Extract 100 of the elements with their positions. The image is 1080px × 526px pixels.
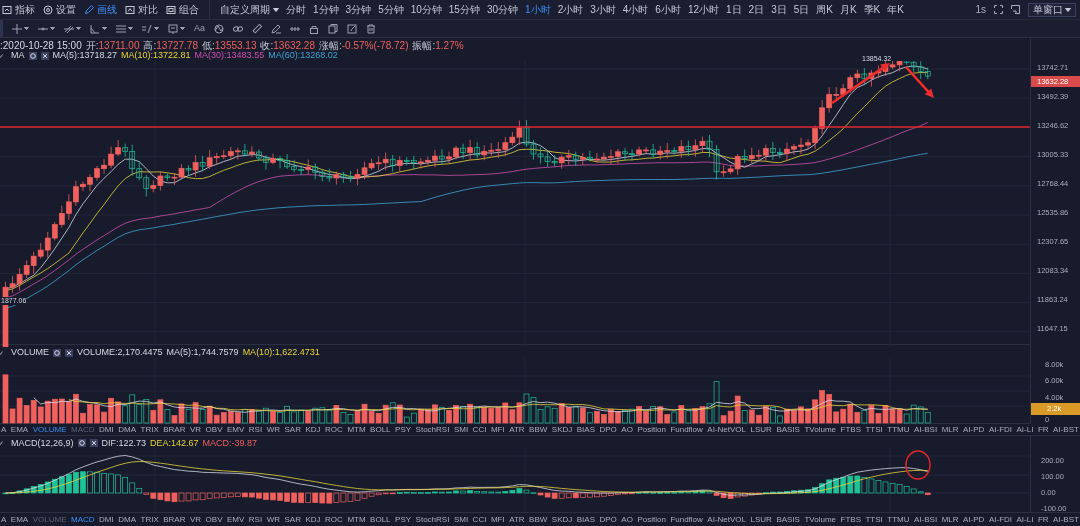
indicator-tab[interactable]: CCI bbox=[472, 423, 487, 436]
period-tab[interactable]: 4小时 bbox=[622, 2, 649, 17]
indicator-tab[interactable]: StochRSI bbox=[415, 513, 450, 526]
indicator-tab[interactable]: AI-LI bbox=[1016, 423, 1034, 436]
indicator-tab[interactable]: MFI bbox=[490, 423, 505, 436]
indicator-tab[interactable]: A bbox=[1, 423, 7, 436]
close-button[interactable] bbox=[89, 439, 98, 448]
indicator-tab[interactable]: PSY bbox=[395, 423, 412, 436]
drawing-tool-button[interactable] bbox=[64, 23, 81, 34]
indicator-tab[interactable]: AI-FDI bbox=[988, 423, 1012, 436]
indicator-tab[interactable]: EMA bbox=[10, 423, 29, 436]
indicator-tab[interactable]: VR bbox=[189, 513, 202, 526]
indicator-tab[interactable]: BIAS bbox=[576, 513, 595, 526]
indicator-tab[interactable]: DMA bbox=[118, 423, 136, 436]
indicator-tab[interactable]: TTMU bbox=[887, 513, 910, 526]
indicator-tab[interactable]: MFI bbox=[490, 513, 505, 526]
indicator-tab[interactable]: WR bbox=[266, 513, 280, 526]
indicator-tab[interactable]: OBV bbox=[205, 513, 223, 526]
indicator-tab[interactable]: OBV bbox=[205, 423, 223, 436]
indicator-tab[interactable]: DMI bbox=[99, 513, 114, 526]
period-tab[interactable]: 5日 bbox=[793, 2, 810, 17]
indicator-tab[interactable]: MLR bbox=[941, 423, 959, 436]
drawing-tool-button[interactable] bbox=[328, 23, 338, 34]
period-tab[interactable]: 1小时 bbox=[525, 2, 551, 17]
toolbar-button[interactable]: 设置 bbox=[43, 2, 76, 17]
drawing-tool-button[interactable] bbox=[252, 23, 262, 34]
indicator-tab[interactable]: ATR bbox=[509, 423, 525, 436]
indicator-tab[interactable]: KDJ bbox=[305, 423, 321, 436]
indicator-tab[interactable]: AI-LI bbox=[1016, 513, 1034, 526]
indicator-tab[interactable]: TTSI bbox=[865, 423, 883, 436]
drawing-tool-button[interactable] bbox=[116, 23, 133, 34]
indicator-tab[interactable]: StochRSI bbox=[415, 423, 450, 436]
indicator-tab[interactable]: CCI bbox=[472, 513, 487, 526]
custom-period-dropdown[interactable]: 自定义周期 bbox=[220, 2, 279, 17]
drawing-tool-button[interactable] bbox=[366, 23, 376, 34]
indicator-tab[interactable]: A bbox=[1, 513, 7, 526]
toolbar-button[interactable]: 指标 bbox=[2, 2, 35, 17]
indicator-tab[interactable]: SKDJ bbox=[551, 513, 573, 526]
indicator-tab[interactable]: AO bbox=[621, 513, 633, 526]
indicator-tab[interactable]: ATR bbox=[509, 513, 525, 526]
period-tab[interactable]: 2小时 bbox=[557, 2, 584, 17]
settings-button[interactable] bbox=[28, 51, 37, 60]
indicator-tab[interactable]: AI-NetVOL bbox=[707, 513, 747, 526]
period-tab[interactable]: 10分钟 bbox=[410, 2, 442, 17]
period-tab[interactable]: 月K bbox=[839, 2, 857, 17]
period-tab[interactable]: 3小时 bbox=[590, 2, 616, 17]
period-tab[interactable]: 周K bbox=[816, 2, 833, 17]
indicator-tab[interactable]: AO bbox=[621, 423, 633, 436]
indicator-tab[interactable]: FTBS bbox=[840, 513, 861, 526]
indicator-tab[interactable]: LSUR bbox=[750, 423, 772, 436]
indicator-tab[interactable]: SMI bbox=[453, 423, 469, 436]
indicator-tab[interactable]: WR bbox=[266, 423, 280, 436]
indicator-tab[interactable]: AI-BSI bbox=[914, 423, 938, 436]
indicator-tab[interactable]: DPO bbox=[599, 513, 617, 526]
window-mode-dropdown[interactable]: 单窗口 bbox=[1028, 2, 1076, 17]
indicator-tab[interactable]: BRAR bbox=[163, 423, 186, 436]
indicator-tab[interactable]: AI-PD bbox=[963, 513, 985, 526]
drawing-tool-button[interactable] bbox=[271, 23, 281, 34]
period-tab[interactable]: 3分钟 bbox=[345, 2, 372, 17]
indicator-tab[interactable]: MTM bbox=[347, 513, 366, 526]
indicator-tab[interactable]: AI-PD bbox=[963, 423, 985, 436]
drawing-tool-button[interactable] bbox=[142, 23, 159, 34]
indicator-tab[interactable]: SAR bbox=[284, 423, 301, 436]
indicator-tab[interactable]: KDJ bbox=[305, 513, 321, 526]
indicator-tab[interactable]: DPO bbox=[599, 423, 617, 436]
indicator-tab[interactable]: Position bbox=[637, 423, 666, 436]
indicator-tab[interactable]: Position bbox=[637, 513, 666, 526]
indicator-tab[interactable]: AI-BST bbox=[1053, 423, 1079, 436]
indicator-tab[interactable]: BOLL bbox=[370, 513, 391, 526]
indicator-tab[interactable]: BRAR bbox=[163, 513, 186, 526]
period-tab[interactable]: 分时 bbox=[286, 2, 306, 17]
indicator-tab[interactable]: BASIS bbox=[776, 423, 800, 436]
close-button[interactable] bbox=[65, 348, 73, 357]
period-tab[interactable]: 1日 bbox=[726, 2, 742, 17]
period-tab[interactable]: 30分钟 bbox=[486, 2, 519, 17]
settings-button[interactable] bbox=[53, 348, 61, 357]
period-tab[interactable]: 3日 bbox=[771, 2, 787, 17]
indicator-tab[interactable]: TRIX bbox=[140, 423, 159, 436]
indicator-tab[interactable]: VOLUME bbox=[32, 423, 67, 436]
indicator-tab[interactable]: FR bbox=[1037, 513, 1049, 526]
toolbar-button[interactable]: 组合 bbox=[166, 2, 199, 17]
period-tab[interactable]: 季K bbox=[863, 2, 881, 17]
indicator-tab[interactable]: MACD bbox=[71, 513, 95, 526]
drawing-tool-button[interactable] bbox=[233, 23, 243, 34]
indicator-tab[interactable]: BASIS bbox=[776, 513, 800, 526]
indicator-tab[interactable]: BBW bbox=[529, 513, 548, 526]
indicator-tab[interactable]: EMA bbox=[10, 513, 29, 526]
indicator-tab[interactable]: MTM bbox=[347, 423, 366, 436]
indicator-tab[interactable]: LSUR bbox=[750, 513, 772, 526]
indicator-tab[interactable]: AI-FDI bbox=[988, 513, 1012, 526]
indicator-tab[interactable]: DMI bbox=[99, 423, 114, 436]
close-button[interactable] bbox=[40, 51, 49, 60]
indicator-tab[interactable]: DMA bbox=[118, 513, 136, 526]
indicator-tab[interactable]: RSI bbox=[248, 423, 263, 436]
toolbar-button[interactable]: 画线 bbox=[84, 2, 117, 17]
indicator-tab[interactable]: TTMU bbox=[887, 423, 910, 436]
drawing-tool-button[interactable] bbox=[309, 23, 319, 34]
drawing-tool-button[interactable] bbox=[168, 23, 185, 34]
indicator-tab[interactable]: EMV bbox=[227, 513, 245, 526]
indicator-tab[interactable]: EMV bbox=[227, 423, 245, 436]
